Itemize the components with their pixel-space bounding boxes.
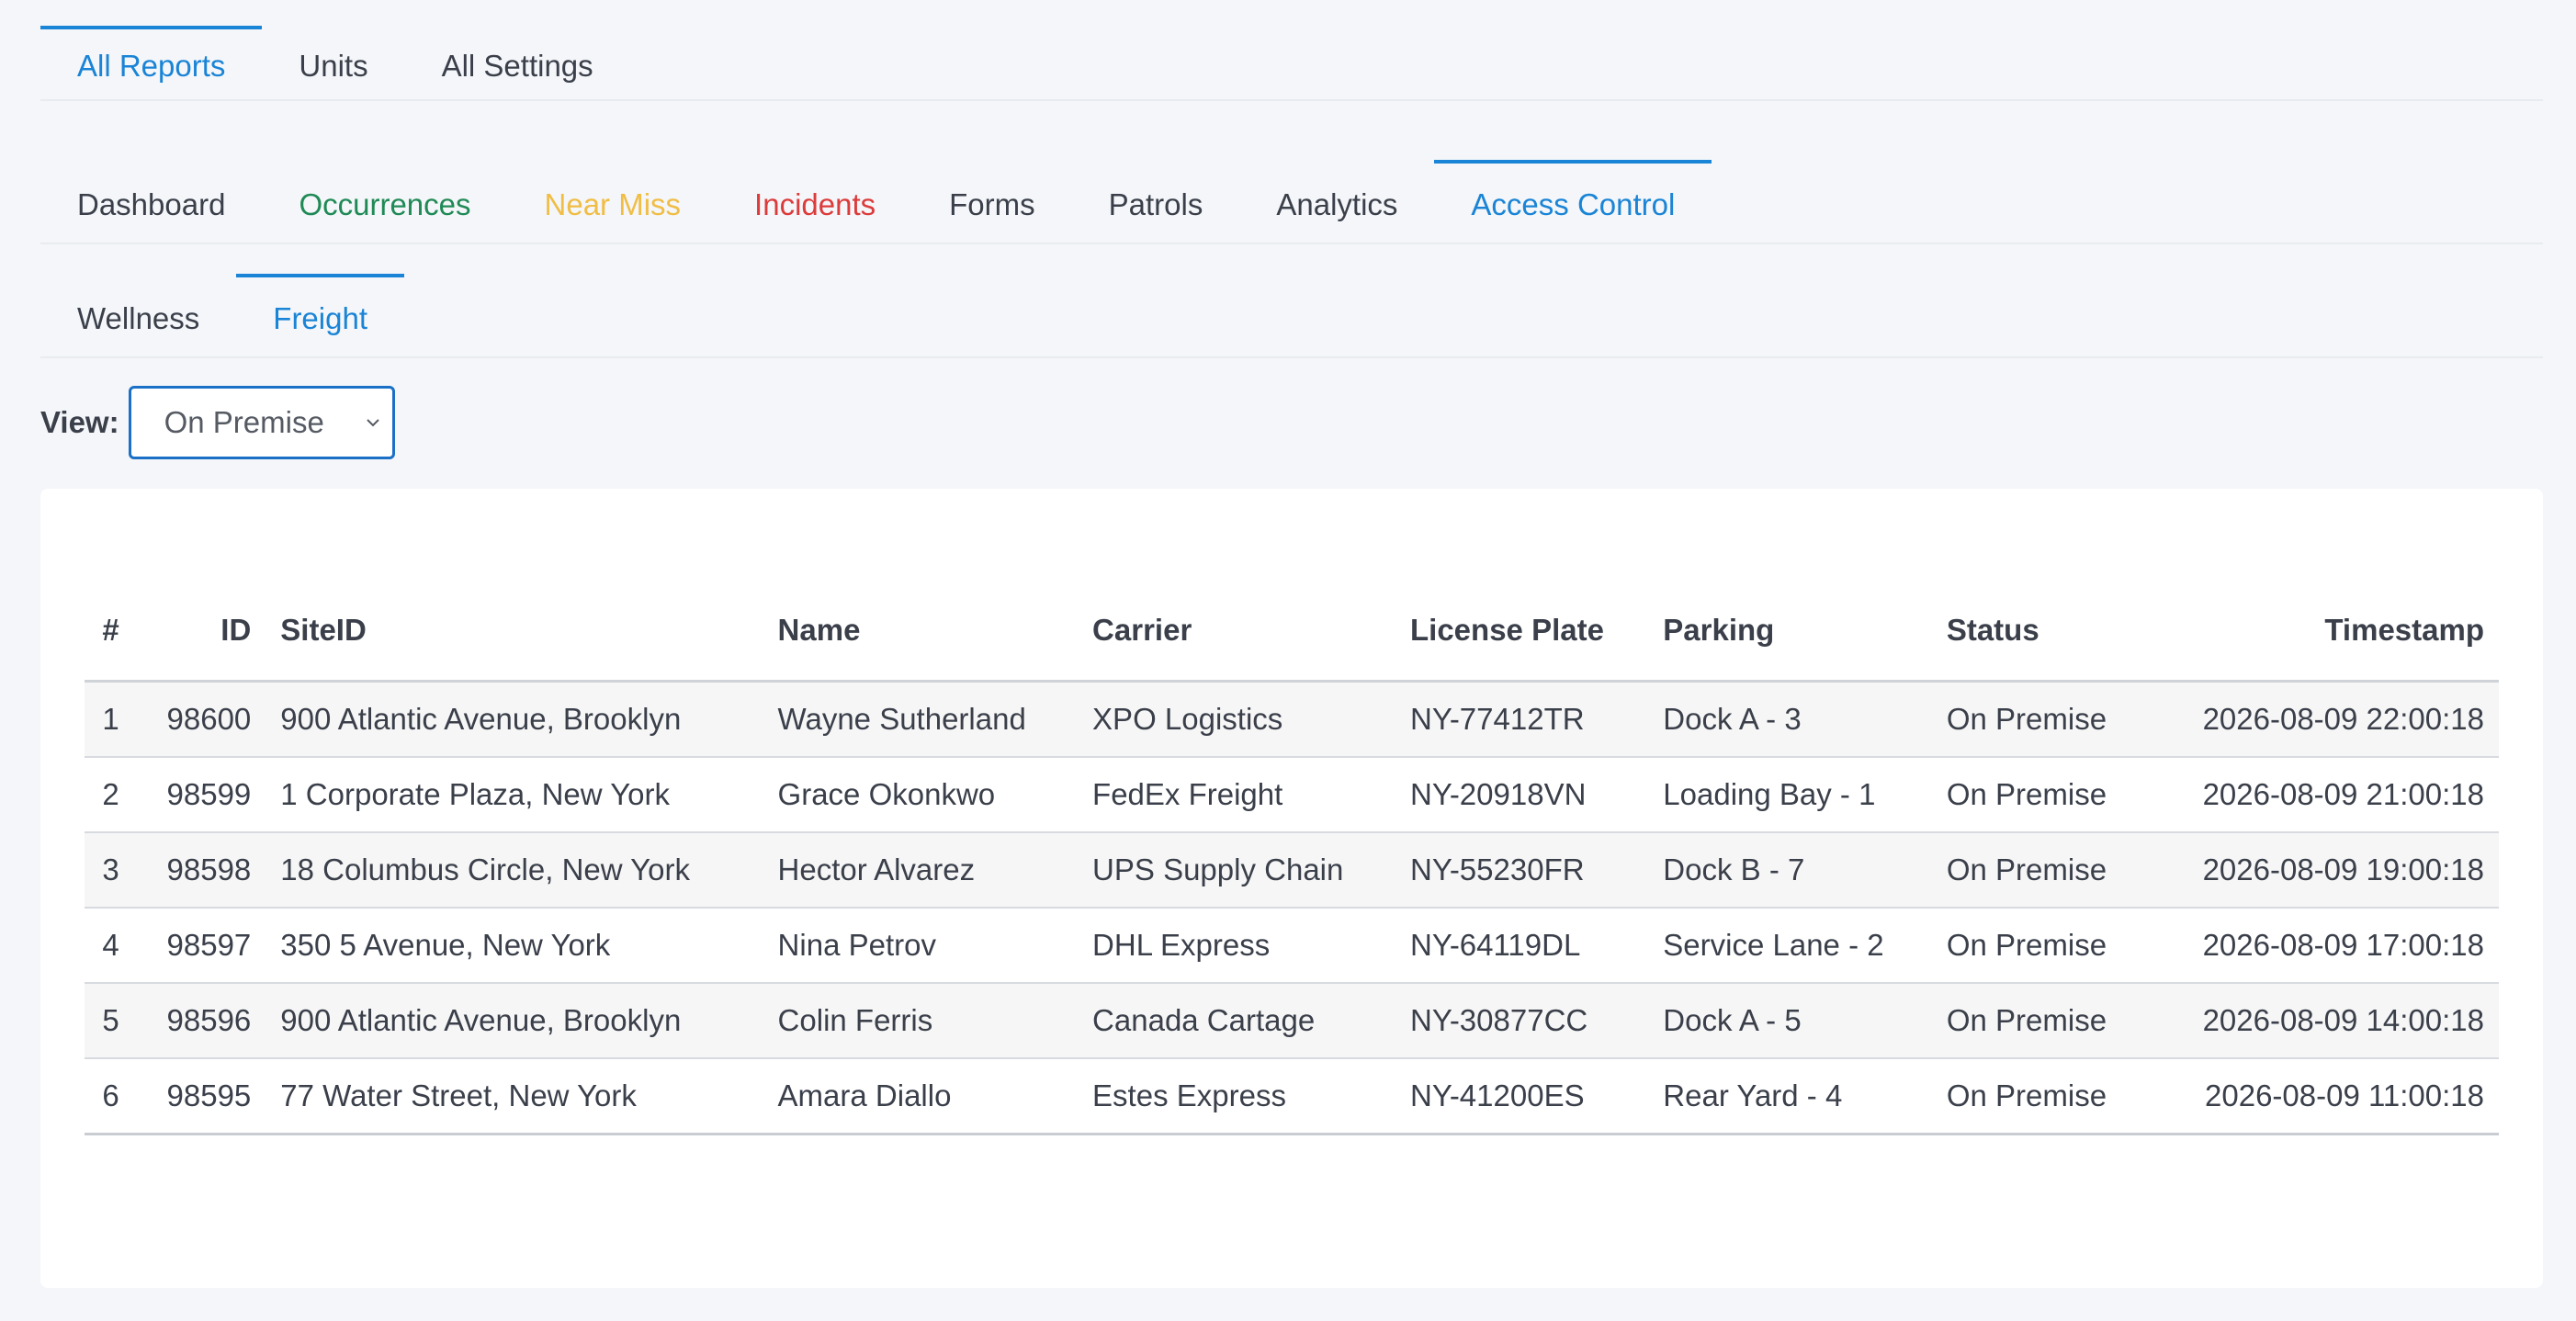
row-license-plate: NY-77412TR	[1395, 681, 1649, 758]
row-timestamp: 2026-08-09 22:00:18	[2146, 681, 2499, 758]
tab-freight[interactable]: Freight	[236, 274, 404, 356]
row-parking: Dock A - 5	[1648, 983, 1932, 1059]
row-number: 1	[85, 681, 138, 758]
table-row[interactable]: 1 98600 900 Atlantic Avenue, Brooklyn Wayne…	[85, 681, 2499, 758]
row-name: Hector Alvarez	[763, 832, 1079, 909]
table-row[interactable]: 3 98598 18 Columbus Circle, New York Hector…	[85, 832, 2499, 909]
table-body: 1 98600 900 Atlantic Avenue, Brooklyn Wayne…	[85, 681, 2499, 1135]
col-header-parking[interactable]: Parking	[1648, 581, 1932, 683]
view-filter: View: On Premise	[40, 386, 395, 459]
row-carrier: Estes Express	[1078, 1058, 1395, 1135]
tab-access-control[interactable]: Access Control	[1434, 160, 1712, 243]
row-timestamp: 2026-08-09 21:00:18	[2146, 757, 2499, 833]
tab-all-settings[interactable]: All Settings	[405, 26, 630, 99]
table-row[interactable]: 4 98597 350 5 Avenue, New York Nina Petrov D…	[85, 908, 2499, 984]
freight-table: # ID SiteID Name Carrier License Plate P…	[85, 581, 2499, 1135]
row-license-plate: NY-20918VN	[1395, 757, 1649, 833]
row-site-link[interactable]: 900 Atlantic Avenue, Brooklyn	[266, 681, 763, 758]
row-id-link[interactable]: 98596	[137, 983, 266, 1059]
tab-near-miss[interactable]: Near Miss	[508, 160, 718, 243]
row-status: On Premise	[1931, 908, 2147, 984]
col-header-carrier[interactable]: Carrier	[1078, 581, 1395, 683]
row-number: 5	[85, 983, 138, 1059]
row-number: 6	[85, 1058, 138, 1135]
row-parking: Rear Yard - 4	[1648, 1058, 1932, 1135]
row-name: Nina Petrov	[763, 908, 1079, 984]
col-header-timestamp[interactable]: Timestamp	[2146, 581, 2499, 683]
row-id-link[interactable]: 98595	[137, 1058, 266, 1135]
col-header-name[interactable]: Name	[763, 581, 1079, 683]
tab-analytics[interactable]: Analytics	[1239, 160, 1434, 243]
col-header-number[interactable]: #	[85, 581, 138, 683]
col-header-siteid[interactable]: SiteID	[266, 581, 763, 683]
row-status: On Premise	[1931, 983, 2147, 1059]
row-name: Amara Diallo	[763, 1058, 1079, 1135]
col-header-license-plate[interactable]: License Plate	[1395, 581, 1649, 683]
tab-units[interactable]: Units	[262, 26, 404, 99]
row-parking: Dock A - 3	[1648, 681, 1932, 758]
row-timestamp: 2026-08-09 17:00:18	[2146, 908, 2499, 984]
view-select[interactable]: On Premise	[128, 386, 395, 459]
row-status: On Premise	[1931, 757, 2147, 833]
row-status: On Premise	[1931, 681, 2147, 758]
tab-dashboard[interactable]: Dashboard	[40, 160, 262, 243]
tab-incidents[interactable]: Incidents	[717, 160, 912, 243]
row-license-plate: NY-64119DL	[1395, 908, 1649, 984]
row-id-link[interactable]: 98599	[137, 757, 266, 833]
tab-all-reports[interactable]: All Reports	[40, 26, 263, 99]
tab-patrols[interactable]: Patrols	[1072, 160, 1240, 243]
row-carrier: DHL Express	[1078, 908, 1395, 984]
top-nav-tabs: All Reports Units All Settings	[40, 13, 2543, 101]
row-parking: Loading Bay - 1	[1648, 757, 1932, 833]
row-license-plate: NY-41200ES	[1395, 1058, 1649, 1135]
table-row[interactable]: 2 98599 1 Corporate Plaza, New York Grace O…	[85, 757, 2499, 833]
row-site-link[interactable]: 18 Columbus Circle, New York	[266, 832, 763, 909]
chevron-down-icon	[366, 419, 379, 427]
row-timestamp: 2026-08-09 11:00:18	[2146, 1058, 2499, 1135]
table-row[interactable]: 6 98595 77 Water Street, New York Amara Dia…	[85, 1058, 2499, 1135]
row-site-link[interactable]: 900 Atlantic Avenue, Brooklyn	[266, 983, 763, 1059]
report-type-tabs: Dashboard Occurrences Near Miss Incident…	[40, 156, 2543, 244]
row-id-link[interactable]: 98600	[137, 681, 266, 758]
row-site-link[interactable]: 350 5 Avenue, New York	[266, 908, 763, 984]
tab-occurrences[interactable]: Occurrences	[262, 160, 507, 243]
row-timestamp: 2026-08-09 14:00:18	[2146, 983, 2499, 1059]
row-parking: Dock B - 7	[1648, 832, 1932, 909]
tab-forms[interactable]: Forms	[912, 160, 1072, 243]
row-site-link[interactable]: 77 Water Street, New York	[266, 1058, 763, 1135]
table-header-row: # ID SiteID Name Carrier License Plate P…	[85, 581, 2499, 683]
table-row[interactable]: 5 98596 900 Atlantic Avenue, Brooklyn Colin…	[85, 983, 2499, 1059]
col-header-status[interactable]: Status	[1931, 581, 2147, 683]
row-name: Grace Okonkwo	[763, 757, 1079, 833]
row-name: Colin Ferris	[763, 983, 1079, 1059]
row-id-link[interactable]: 98597	[137, 908, 266, 984]
row-license-plate: NY-30877CC	[1395, 983, 1649, 1059]
row-status: On Premise	[1931, 1058, 2147, 1135]
row-id-link[interactable]: 98598	[137, 832, 266, 909]
row-timestamp: 2026-08-09 19:00:18	[2146, 832, 2499, 909]
row-license-plate: NY-55230FR	[1395, 832, 1649, 909]
report-panel: # ID SiteID Name Carrier License Plate P…	[40, 489, 2543, 1288]
view-label: View:	[40, 405, 119, 439]
row-number: 3	[85, 832, 138, 909]
row-site-link[interactable]: 1 Corporate Plaza, New York	[266, 757, 763, 833]
row-status: On Premise	[1931, 832, 2147, 909]
row-carrier: XPO Logistics	[1078, 681, 1395, 758]
row-parking: Service Lane - 2	[1648, 908, 1932, 984]
row-carrier: FedEx Freight	[1078, 757, 1395, 833]
col-header-id[interactable]: ID	[137, 581, 266, 683]
row-carrier: Canada Cartage	[1078, 983, 1395, 1059]
row-name: Wayne Sutherland	[763, 681, 1079, 758]
view-select-value: On Premise	[164, 405, 324, 439]
row-number: 4	[85, 908, 138, 984]
tab-wellness[interactable]: Wellness	[40, 274, 236, 356]
row-number: 2	[85, 757, 138, 833]
access-control-tabs: Wellness Freight	[40, 270, 2543, 358]
row-carrier: UPS Supply Chain	[1078, 832, 1395, 909]
